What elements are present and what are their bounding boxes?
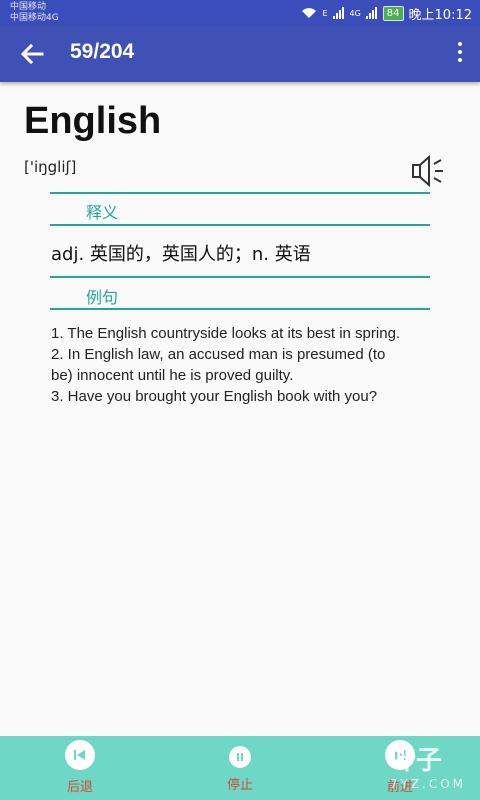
status-bar: 中国移动 中国移动4G E 4G 84 晚上10:12 — [0, 0, 480, 26]
carrier-1: 中国移动 — [10, 2, 47, 12]
word-title: English — [24, 100, 162, 142]
prev-label: 后退 — [66, 780, 93, 795]
stop-button[interactable]: 停止 — [210, 740, 270, 793]
watermark-brand: 叶子 — [389, 746, 442, 776]
signal-icon-2 — [365, 7, 377, 19]
speaker-icon[interactable] — [410, 154, 446, 188]
status-icons: E 4G 84 晚上10:12 — [301, 4, 472, 23]
phonetic: ['iŋgliʃ] — [24, 158, 77, 176]
example-item: 2. In English law, an accused man is pre… — [51, 346, 386, 384]
watermark-site: 7YZ.COM — [389, 777, 466, 791]
definition-header: 释义 — [86, 203, 119, 222]
word-counter: 59/204 — [70, 40, 135, 63]
watermark-logo: 叶子 7YZ.COM — [390, 740, 466, 791]
divider — [50, 192, 430, 194]
example-item: 1. The English countryside looks at its … — [51, 325, 401, 342]
toolbar: 59/204 — [0, 26, 480, 82]
bottom-nav: 后退 停止 前进 叶子 7YZ.COM — [0, 736, 480, 800]
carrier-info: 中国移动 中国移动4G — [10, 2, 59, 24]
signal-type-1: E — [322, 8, 328, 18]
example-item: 3. Have you brought your English book wi… — [51, 388, 378, 405]
examples-list: 1. The English countryside looks at its … — [51, 323, 411, 407]
divider — [50, 308, 430, 310]
previous-icon[interactable] — [65, 740, 95, 770]
signal-icon — [332, 7, 344, 19]
examples-header: 例句 — [86, 288, 119, 307]
definition-text: adj. 英国的，英国人的；n. 英语 — [51, 244, 311, 265]
wifi-icon — [302, 8, 317, 18]
divider — [50, 224, 430, 226]
stop-label: 停止 — [226, 778, 253, 793]
back-arrow-icon[interactable] — [18, 40, 46, 68]
pause-icon[interactable] — [229, 746, 251, 768]
divider — [50, 276, 430, 278]
clock: 晚上10:12 — [408, 7, 472, 23]
carrier-2: 中国移动4G — [10, 13, 59, 23]
battery-icon: 84 — [382, 5, 404, 21]
signal-type-2: 4G — [349, 8, 361, 18]
prev-button[interactable]: 后退 — [50, 740, 110, 795]
overflow-menu-icon[interactable] — [456, 42, 464, 66]
